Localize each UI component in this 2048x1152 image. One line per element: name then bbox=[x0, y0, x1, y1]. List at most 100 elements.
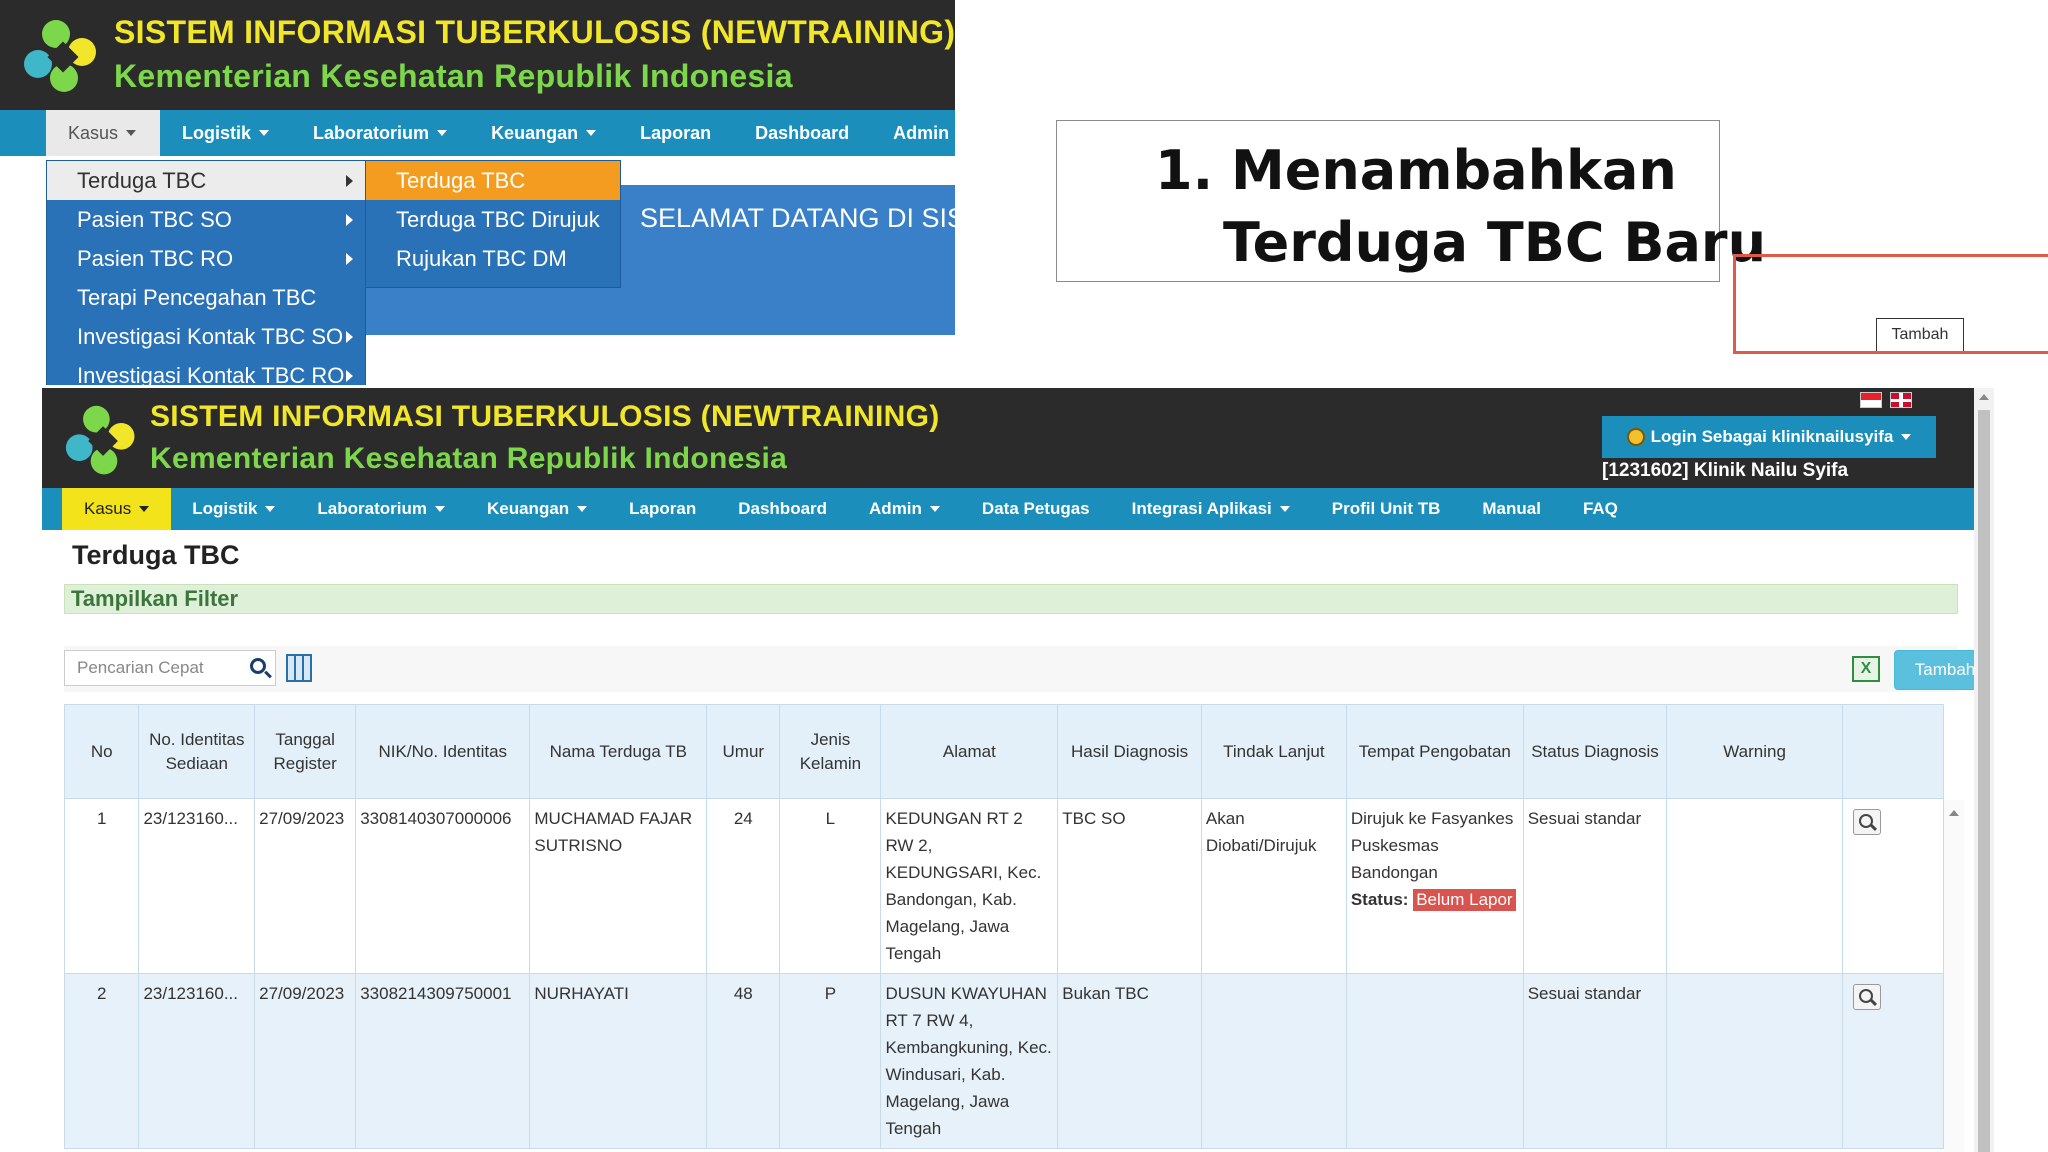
main-nav: Kasus Logistik Laboratorium Keuangan Lap… bbox=[42, 488, 1974, 530]
col-header-jenis-kelamin[interactable]: Jenis Kelamin bbox=[779, 704, 882, 799]
col-header-tempat-pengobatan[interactable]: Tempat Pengobatan bbox=[1345, 704, 1524, 799]
kemenkes-logo-icon bbox=[65, 405, 135, 475]
caret-down-icon bbox=[434, 506, 445, 512]
cell-no: 2 bbox=[63, 973, 140, 1149]
cell-tindak-lanjut bbox=[1200, 973, 1347, 1149]
cell-alamat: DUSUN KWAYUHAN RT 7 RW 4, Kembangkuning,… bbox=[880, 973, 1059, 1149]
view-detail-icon[interactable] bbox=[1852, 984, 1881, 1010]
nav-data-petugas[interactable]: Data Petugas bbox=[961, 488, 1111, 530]
col-header-nama[interactable]: Nama Terduga TB bbox=[529, 704, 708, 799]
caret-down-icon bbox=[437, 130, 448, 136]
menu-item-investigasi-kontak-ro[interactable]: Investigasi Kontak TBC RO bbox=[47, 356, 365, 385]
cell-umur: 24 bbox=[706, 798, 781, 974]
nav-logistik[interactable]: Logistik bbox=[160, 110, 291, 156]
chevron-right-icon bbox=[346, 252, 353, 265]
nav-dashboard[interactable]: Dashboard bbox=[717, 488, 848, 530]
cell-tempat-pengobatan bbox=[1345, 973, 1524, 1149]
nav-laboratorium[interactable]: Laboratorium bbox=[296, 488, 466, 530]
caret-down-icon bbox=[126, 130, 137, 136]
table-row[interactable]: 2 23/123160... 27/09/2023 33082143097500… bbox=[63, 973, 1945, 1149]
language-switcher bbox=[1860, 392, 1912, 408]
menu-item-terduga-tbc[interactable]: Terduga TBC bbox=[47, 161, 365, 200]
col-header-actions bbox=[1841, 704, 1945, 799]
app-title: SISTEM INFORMASI TUBERKULOSIS (NEWTRAINI… bbox=[150, 400, 940, 433]
indonesia-flag-icon[interactable] bbox=[1860, 392, 1882, 408]
cell-no: 1 bbox=[63, 798, 140, 974]
quick-search-input[interactable]: Pencarian Cepat bbox=[64, 650, 276, 686]
nav-laporan[interactable]: Laporan bbox=[618, 110, 733, 156]
page-scrollbar[interactable] bbox=[1974, 388, 1994, 1152]
col-header-tindak-lanjut[interactable]: Tindak Lanjut bbox=[1200, 704, 1347, 799]
nav-logistik[interactable]: Logistik bbox=[171, 488, 296, 530]
login-user-dropdown[interactable]: Login Sebagai kliniknailusyifa bbox=[1602, 416, 1936, 458]
page-title: Terduga TBC bbox=[72, 540, 240, 570]
nav-kasus[interactable]: Kasus bbox=[46, 110, 161, 156]
report-status: Status: Belum Lapor bbox=[1351, 886, 1519, 913]
col-header-no[interactable]: No bbox=[63, 704, 140, 799]
table-row[interactable]: 1 23/123160... 27/09/2023 33081403070000… bbox=[63, 798, 1945, 974]
nav-laboratorium[interactable]: Laboratorium bbox=[291, 110, 469, 156]
highlight-callout bbox=[1733, 254, 2048, 354]
nav-admin[interactable]: Admin bbox=[871, 110, 955, 156]
col-header-status-diagnosis[interactable]: Status Diagnosis bbox=[1522, 704, 1668, 799]
nav-keuangan[interactable]: Keuangan bbox=[466, 488, 608, 530]
menu-item-pasien-tbc-so[interactable]: Pasien TBC SO bbox=[47, 200, 365, 239]
cell-tindak-lanjut: Akan Diobati/Dirujuk bbox=[1200, 798, 1347, 974]
view-detail-icon[interactable] bbox=[1852, 809, 1881, 835]
cell-warning bbox=[1666, 798, 1843, 974]
cell-sediaan: 23/123160... bbox=[138, 798, 256, 974]
submenu-item-terduga-dirujuk[interactable]: Terduga TBC Dirujuk bbox=[366, 200, 620, 239]
english-flag-icon[interactable] bbox=[1890, 392, 1912, 408]
submenu-item-rujukan-dm[interactable]: Rujukan TBC DM bbox=[366, 239, 620, 278]
nav-manual[interactable]: Manual bbox=[1461, 488, 1562, 530]
kasus-dropdown: Terduga TBC Pasien TBC SO Pasien TBC RO … bbox=[46, 160, 366, 385]
nav-laporan[interactable]: Laporan bbox=[608, 488, 717, 530]
nav-integrasi-aplikasi[interactable]: Integrasi Aplikasi bbox=[1111, 488, 1311, 530]
submenu-item-terduga-tbc[interactable]: Terduga TBC bbox=[366, 161, 620, 200]
col-header-hasil-diagnosis[interactable]: Hasil Diagnosis bbox=[1057, 704, 1202, 799]
cell-actions bbox=[1841, 973, 1945, 1149]
col-header-tanggal[interactable]: Tanggal Register bbox=[254, 704, 357, 799]
nav-admin[interactable]: Admin bbox=[848, 488, 961, 530]
chevron-right-icon bbox=[346, 330, 353, 343]
app-subtitle: Kementerian Kesehatan Republik Indonesia bbox=[114, 58, 793, 94]
scroll-up-icon[interactable] bbox=[1979, 394, 1989, 400]
report-status-label: Status: bbox=[1350, 890, 1409, 909]
menu-item-pasien-tbc-ro[interactable]: Pasien TBC RO bbox=[47, 239, 365, 278]
cell-umur: 48 bbox=[706, 973, 781, 1149]
col-header-warning[interactable]: Warning bbox=[1666, 704, 1843, 799]
nav-kasus[interactable]: Kasus bbox=[62, 488, 172, 530]
app-title: SISTEM INFORMASI TUBERKULOSIS (NEWTRAINI… bbox=[114, 14, 955, 50]
nav-dashboard[interactable]: Dashboard bbox=[733, 110, 871, 156]
cell-tanggal: 27/09/2023 bbox=[254, 973, 357, 1149]
search-icon[interactable] bbox=[250, 658, 266, 674]
nav-profil-unit[interactable]: Profil Unit TB bbox=[1311, 488, 1462, 530]
caret-down-icon bbox=[1901, 434, 1912, 440]
col-header-alamat[interactable]: Alamat bbox=[880, 704, 1059, 799]
nav-keuangan[interactable]: Keuangan bbox=[469, 110, 618, 156]
cell-warning bbox=[1666, 973, 1843, 1149]
col-header-sediaan[interactable]: No. Identitas Sediaan bbox=[138, 704, 256, 799]
menu-item-terapi-pencegahan[interactable]: Terapi Pencegahan TBC bbox=[47, 278, 365, 317]
caret-down-icon bbox=[1279, 506, 1290, 512]
chevron-right-icon bbox=[346, 369, 353, 382]
scrollbar-thumb[interactable] bbox=[1978, 410, 1990, 1152]
app-header: SISTEM INFORMASI TUBERKULOSIS (NEWTRAINI… bbox=[0, 0, 955, 110]
col-header-umur[interactable]: Umur bbox=[706, 704, 781, 799]
excel-export-icon[interactable]: X bbox=[1852, 656, 1880, 682]
col-header-nik[interactable]: NIK/No. Identitas bbox=[355, 704, 531, 799]
scroll-up-icon[interactable] bbox=[1949, 810, 1959, 816]
nav-faq[interactable]: FAQ bbox=[1562, 488, 1639, 530]
step-number: 1. bbox=[1155, 139, 1214, 202]
cell-nik: 3308214309750001 bbox=[355, 973, 531, 1149]
menu-item-investigasi-kontak-so[interactable]: Investigasi Kontak TBC SO bbox=[47, 317, 365, 356]
show-filter-toggle[interactable]: Tampilkan Filter bbox=[64, 584, 1958, 614]
caret-down-icon bbox=[259, 130, 270, 136]
app-subtitle: Kementerian Kesehatan Republik Indonesia bbox=[150, 442, 788, 475]
table-scrollbar[interactable] bbox=[1944, 800, 1964, 1152]
column-chooser-icon[interactable] bbox=[286, 654, 312, 682]
cell-tempat-pengobatan: Dirujuk ke Fasyankes Puskesmas Bandongan… bbox=[1345, 798, 1524, 974]
cell-status-diagnosis: Sesuai standar bbox=[1522, 973, 1668, 1149]
terduga-table: No No. Identitas Sediaan Tanggal Registe… bbox=[63, 704, 1945, 1149]
menu-screenshot: SISTEM INFORMASI TUBERKULOSIS (NEWTRAINI… bbox=[0, 0, 955, 385]
